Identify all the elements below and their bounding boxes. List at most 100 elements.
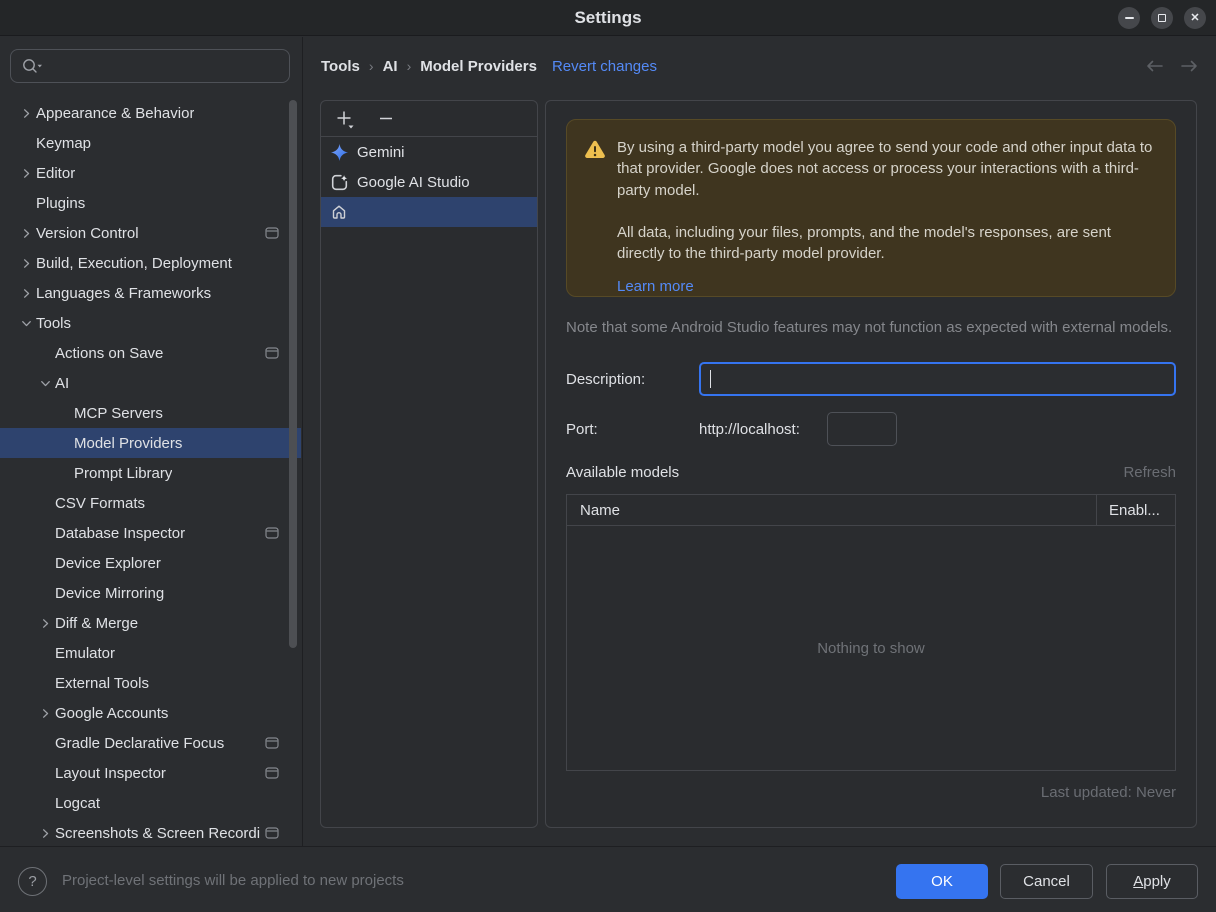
port-row: Port: http://localhost: — [566, 412, 1176, 446]
sidebar-item-label: Gradle Declarative Focus — [55, 734, 225, 752]
sidebar-item-label: Version Control — [36, 224, 139, 242]
column-header-name[interactable]: Name — [567, 502, 1096, 519]
sidebar-item-gradle-declarative-focus[interactable]: Gradle Declarative Focus — [0, 728, 301, 758]
sidebar-item-label: Device Explorer — [55, 554, 161, 572]
sidebar-item-label: Build, Execution, Deployment — [36, 254, 232, 272]
ai-studio-icon — [331, 174, 348, 191]
history-nav — [1144, 58, 1200, 74]
sidebar-item-mcp-servers[interactable]: MCP Servers — [0, 398, 301, 428]
warning-paragraph-1: By using a third-party model you agree t… — [617, 139, 1153, 199]
localhost-prefix: http://localhost: — [699, 420, 800, 438]
sidebar-item-csv-formats[interactable]: CSV Formats — [0, 488, 301, 518]
column-header-enabled[interactable]: Enabl... — [1096, 494, 1175, 526]
description-label: Description: — [566, 370, 646, 388]
apply-button[interactable]: Apply — [1106, 864, 1198, 899]
provider-item-label: Gemini — [357, 143, 405, 161]
maximize-icon — [1158, 14, 1166, 22]
maximize-button[interactable] — [1151, 7, 1173, 29]
sidebar-item-label: Editor — [36, 164, 76, 182]
sidebar-item-label: CSV Formats — [55, 494, 146, 512]
breadcrumb-segment[interactable]: AI — [383, 58, 398, 75]
help-button[interactable]: ? — [18, 867, 47, 896]
close-icon: ✕ — [1190, 11, 1200, 24]
settings-search-input[interactable] — [10, 49, 290, 83]
chevron-right-icon — [16, 167, 36, 180]
sidebar-item-label: Emulator — [55, 644, 116, 662]
sidebar-item-screenshots-screen-recordi[interactable]: Screenshots & Screen Recordi — [0, 818, 301, 846]
sidebar-item-label: Screenshots & Screen Recordi — [55, 824, 261, 842]
warning-paragraph-2: All data, including your files, prompts,… — [617, 223, 1111, 263]
sidebar-item-logcat[interactable]: Logcat — [0, 788, 301, 818]
third-party-warning-banner: By using a third-party model you agree t… — [566, 119, 1176, 297]
chevron-down-icon — [16, 317, 36, 330]
sidebar-item-plugins[interactable]: Plugins — [0, 188, 301, 218]
back-arrow-icon[interactable] — [1144, 58, 1164, 74]
refresh-button[interactable]: Refresh — [1123, 464, 1176, 481]
minimize-icon — [1124, 17, 1134, 19]
ok-button[interactable]: OK — [896, 864, 988, 899]
forward-arrow-icon[interactable] — [1180, 58, 1200, 74]
warning-text: By using a third-party model you agree t… — [617, 137, 1155, 296]
text-caret — [710, 370, 711, 388]
provider-item-google-ai-studio[interactable]: Google AI Studio — [321, 167, 537, 197]
sidebar-item-languages-frameworks[interactable]: Languages & Frameworks — [0, 278, 301, 308]
sidebar-item-build-execution-deployment[interactable]: Build, Execution, Deployment — [0, 248, 301, 278]
sidebar-item-emulator[interactable]: Emulator — [0, 638, 301, 668]
title-bar: Settings ✕ — [0, 0, 1216, 36]
search-icon — [23, 59, 42, 73]
sidebar-item-label: External Tools — [55, 674, 149, 692]
description-row: Description: — [566, 362, 1176, 396]
sidebar-item-label: Tools — [36, 314, 72, 332]
sidebar-item-editor[interactable]: Editor — [0, 158, 301, 188]
providers-panel: Gemini Google AI Studio — [320, 100, 538, 828]
project-badge-icon — [265, 227, 279, 239]
sidebar-item-label: Appearance & Behavior — [36, 104, 195, 122]
sidebar-item-device-mirroring[interactable]: Device Mirroring — [0, 578, 301, 608]
sidebar-item-diff-merge[interactable]: Diff & Merge — [0, 608, 301, 638]
models-table: Name Enabl... Nothing to show — [566, 494, 1176, 771]
sidebar-item-actions-on-save[interactable]: Actions on Save — [0, 338, 301, 368]
sidebar-item-device-explorer[interactable]: Device Explorer — [0, 548, 301, 578]
sidebar-item-label: Languages & Frameworks — [36, 284, 212, 302]
chevron-down-icon — [35, 377, 55, 390]
sidebar-item-database-inspector[interactable]: Database Inspector — [0, 518, 301, 548]
revert-changes-link[interactable]: Revert changes — [552, 58, 657, 75]
provider-item-new[interactable] — [321, 197, 537, 227]
port-input[interactable] — [827, 412, 897, 446]
sidebar-item-tools[interactable]: Tools — [0, 308, 301, 338]
sidebar-item-model-providers[interactable]: Model Providers — [0, 428, 301, 458]
description-input[interactable] — [699, 362, 1176, 396]
learn-more-link[interactable]: Learn more — [617, 276, 1155, 297]
models-table-empty: Nothing to show — [817, 639, 925, 657]
provider-item-label: Google AI Studio — [357, 173, 470, 191]
breadcrumb-segment[interactable]: Tools — [321, 58, 360, 75]
minimize-button[interactable] — [1118, 7, 1140, 29]
sidebar-scrollbar[interactable] — [289, 100, 297, 648]
breadcrumb-segment[interactable]: Model Providers — [420, 58, 537, 75]
sidebar-item-prompt-library[interactable]: Prompt Library — [0, 458, 301, 488]
sidebar-item-appearance-behavior[interactable]: Appearance & Behavior — [0, 98, 301, 128]
warning-icon — [585, 140, 605, 158]
provider-item-gemini[interactable]: Gemini — [321, 137, 537, 167]
sidebar-item-external-tools[interactable]: External Tools — [0, 668, 301, 698]
cancel-button[interactable]: Cancel — [1000, 864, 1093, 899]
project-badge-icon — [265, 767, 279, 779]
sidebar-item-keymap[interactable]: Keymap — [0, 128, 301, 158]
sidebar-item-version-control[interactable]: Version Control — [0, 218, 301, 248]
providers-toolbar — [321, 101, 537, 137]
models-table-header: Name Enabl... — [567, 494, 1175, 526]
sidebar-item-google-accounts[interactable]: Google Accounts — [0, 698, 301, 728]
window-title: Settings — [574, 8, 642, 27]
add-provider-button[interactable] — [333, 106, 359, 132]
breadcrumb: Tools › AI › Model Providers Revert changes — [321, 49, 657, 83]
project-badge-icon — [265, 527, 279, 539]
breadcrumb-separator: › — [368, 58, 374, 74]
close-button[interactable]: ✕ — [1184, 7, 1206, 29]
home-icon — [331, 204, 347, 220]
chevron-right-icon — [35, 617, 55, 630]
breadcrumb-separator: › — [406, 58, 412, 74]
plus-icon — [337, 111, 354, 128]
sidebar-item-layout-inspector[interactable]: Layout Inspector — [0, 758, 301, 788]
sidebar-item-ai[interactable]: AI — [0, 368, 301, 398]
remove-provider-button[interactable] — [373, 106, 399, 132]
